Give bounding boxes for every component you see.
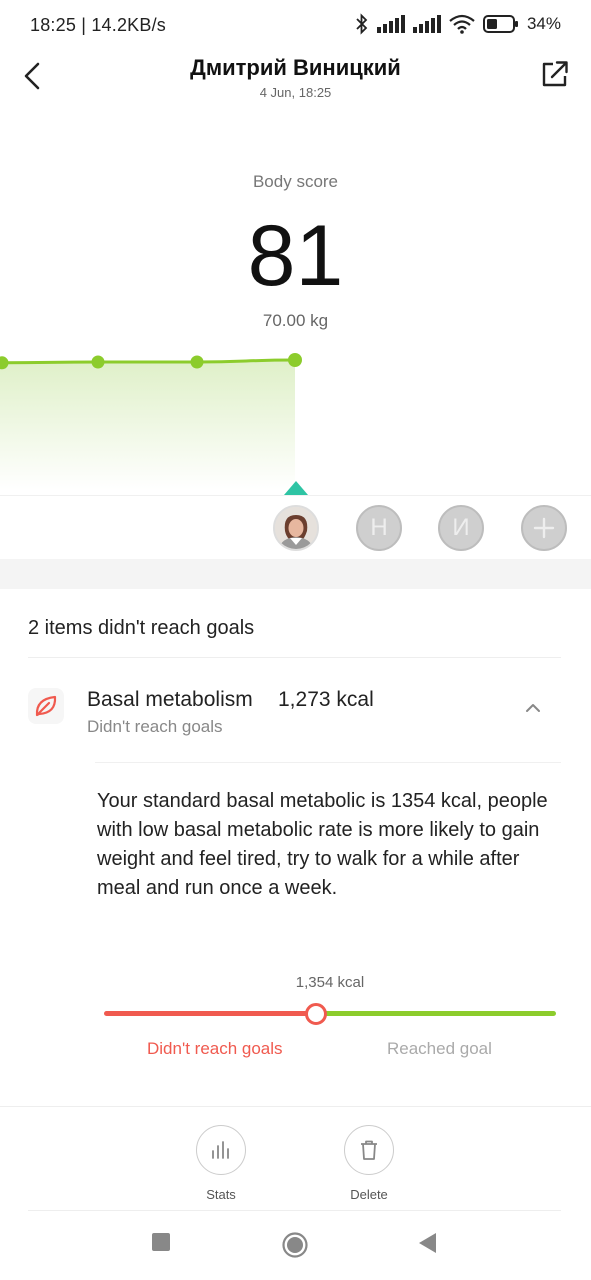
user-selector: Н И (0, 495, 591, 559)
bar-chart-icon (212, 1141, 229, 1159)
signal-icon-2 (412, 15, 441, 33)
gauge-low-segment (104, 1011, 316, 1016)
stats-label: Stats (206, 1187, 236, 1202)
status-bar: 18:25 | 14.2KB/s 34% (0, 0, 591, 52)
user-avatar-selected[interactable] (273, 505, 319, 551)
weight-value: 70.00 kg (262, 311, 329, 330)
status-icons: 34% (355, 13, 561, 35)
metric-status: Didn't reach goals (87, 717, 223, 736)
home-circle-icon (282, 1232, 308, 1258)
chevron-up-icon (526, 704, 540, 712)
page-title: Дмитрий Виницкий (190, 55, 401, 80)
goals-heading: 2 items didn't reach goals (28, 617, 255, 639)
collapse-button[interactable] (522, 700, 544, 716)
delete-icon-circle (344, 1125, 394, 1175)
system-nav-bar (0, 1210, 591, 1280)
trash-icon (361, 1140, 377, 1160)
user-avatar-i[interactable]: И (438, 505, 484, 551)
bottom-toolbar: Stats Delete (0, 1106, 591, 1211)
back-nav-button[interactable] (418, 1232, 438, 1259)
plus-icon (533, 517, 555, 539)
share-icon (542, 61, 568, 87)
gauge-low-label: Didn't reach goals (147, 1039, 283, 1058)
recent-apps-button[interactable] (151, 1232, 171, 1257)
signal-icon (376, 15, 405, 33)
gauge-marker (305, 1003, 327, 1025)
battery-percent: 34% (526, 14, 561, 33)
header: Дмитрий Виницкий 4 Jun, 18:25 (0, 52, 591, 112)
status-time-speed: 18:25 | 14.2KB/s (30, 15, 166, 35)
stats-button[interactable]: Stats (181, 1125, 261, 1202)
home-button[interactable] (282, 1232, 308, 1263)
selected-user-pointer (284, 481, 308, 495)
basal-metabolism-row[interactable]: Basal metabolism 1,273 kcal Didn't reach… (0, 670, 591, 750)
stats-icon-circle (196, 1125, 246, 1175)
add-user-button[interactable] (521, 505, 567, 551)
body-score-value: 81 (247, 208, 344, 304)
delete-label: Delete (350, 1187, 388, 1202)
trend-area (0, 360, 295, 490)
triangle-back-icon (419, 1233, 436, 1253)
section-separator (0, 559, 591, 589)
weight-trend-chart[interactable] (0, 340, 591, 500)
share-button[interactable] (539, 58, 571, 90)
measurement-date: 4 Jun, 18:25 (259, 85, 332, 100)
metric-description: Your standard basal metabolic is 1354 kc… (97, 790, 548, 899)
metric-name: Basal metabolism (87, 688, 253, 711)
battery-icon (482, 15, 518, 33)
trend-point[interactable] (190, 355, 204, 369)
body-score-label: Body score (252, 172, 339, 191)
trend-point[interactable] (288, 353, 302, 367)
user-photo-icon (275, 507, 317, 549)
goal-gauge (104, 1003, 556, 1025)
wifi-icon (449, 14, 475, 34)
bluetooth-icon (356, 13, 368, 35)
divider (95, 762, 561, 763)
metric-value: 1,273 kcal (278, 688, 374, 711)
gauge-high-label: Reached goal (387, 1039, 492, 1058)
user-avatar-n[interactable]: Н (356, 505, 402, 551)
gauge-high-segment (316, 1011, 556, 1016)
leaf-icon (28, 688, 64, 724)
divider (28, 657, 561, 658)
gauge-threshold-label: 1,354 kcal (295, 974, 365, 991)
trend-point[interactable] (91, 355, 105, 369)
delete-button[interactable]: Delete (329, 1125, 409, 1202)
square-icon (152, 1233, 170, 1251)
